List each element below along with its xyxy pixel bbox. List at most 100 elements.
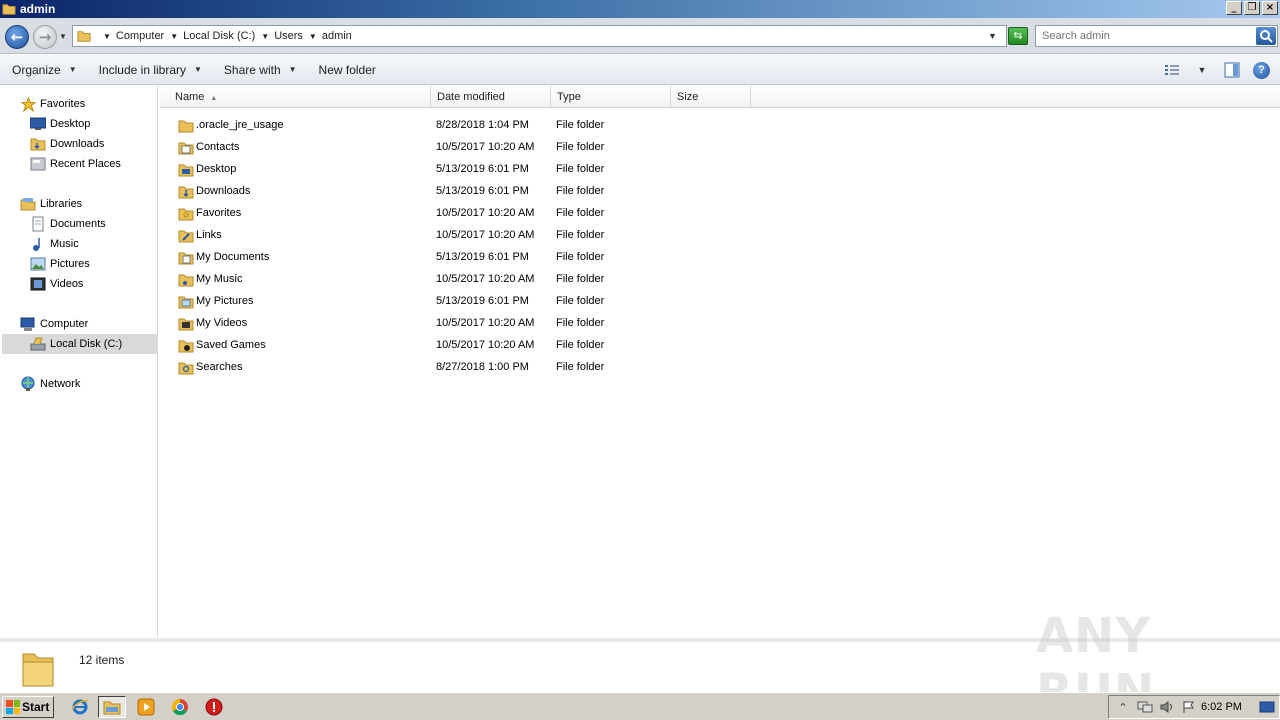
minimize-button[interactable]: _ bbox=[1226, 1, 1242, 15]
file-row[interactable]: Contacts 10/5/2017 10:20 AM File folder bbox=[160, 137, 1280, 159]
file-row[interactable]: My Music 10/5/2017 10:20 AM File folder bbox=[160, 269, 1280, 291]
breadcrumb-computer[interactable]: ▼ Computer bbox=[103, 30, 164, 42]
file-name: My Music bbox=[196, 273, 243, 285]
recent-places-icon bbox=[30, 156, 46, 172]
file-date-modified: 5/13/2019 6:01 PM bbox=[436, 295, 529, 307]
taskbar-chrome[interactable] bbox=[166, 696, 194, 718]
file-type: File folder bbox=[556, 339, 605, 351]
taskbar-internet-explorer[interactable] bbox=[66, 696, 94, 718]
internet-explorer-icon bbox=[71, 699, 89, 715]
videos-folder-icon bbox=[178, 318, 194, 331]
desktop-folder-icon bbox=[178, 164, 194, 177]
file-row[interactable]: Desktop 5/13/2019 6:01 PM File folder bbox=[160, 159, 1280, 181]
chevron-down-icon: ▼ bbox=[261, 31, 270, 41]
search-button[interactable] bbox=[1256, 27, 1276, 45]
file-type: File folder bbox=[556, 163, 605, 175]
column-header-date-modified[interactable]: Date modified bbox=[431, 86, 551, 108]
sidebar-item-downloads[interactable]: Downloads bbox=[30, 134, 104, 154]
file-name: Searches bbox=[196, 361, 243, 373]
documents-icon bbox=[30, 216, 46, 232]
file-name: Favorites bbox=[196, 207, 242, 219]
organize-button[interactable]: Organize ▼ bbox=[0, 55, 87, 85]
file-row[interactable]: Saved Games 10/5/2017 10:20 AM File folder bbox=[160, 335, 1280, 357]
pictures-folder-icon bbox=[178, 296, 194, 309]
file-row[interactable]: My Pictures 5/13/2019 6:01 PM File folder bbox=[160, 291, 1280, 313]
close-button[interactable]: × bbox=[1262, 1, 1278, 15]
sidebar-item-pictures[interactable]: Pictures bbox=[30, 254, 90, 274]
sidebar-item-recent-places[interactable]: Recent Places bbox=[30, 154, 121, 174]
file-date-modified: 8/27/2018 1:00 PM bbox=[436, 361, 529, 373]
start-button[interactable]: Start bbox=[2, 696, 54, 718]
desktop-icon bbox=[30, 116, 46, 132]
sidebar-item-desktop[interactable]: Desktop bbox=[30, 114, 90, 134]
search-input[interactable] bbox=[1036, 26, 1251, 46]
navigation-pane: Favorites Desktop Downloads Recent Place… bbox=[0, 86, 158, 638]
breadcrumb-users[interactable]: ▼ Users bbox=[261, 30, 303, 42]
chevron-down-icon: ▼ bbox=[68, 65, 77, 74]
nav-libraries[interactable]: Libraries bbox=[20, 194, 82, 214]
taskbar-explorer[interactable] bbox=[98, 696, 126, 718]
new-folder-button[interactable]: New folder bbox=[307, 55, 386, 85]
show-desktop-icon[interactable] bbox=[1259, 700, 1275, 714]
file-row[interactable]: Searches 8/27/2018 1:00 PM File folder bbox=[160, 357, 1280, 379]
volume-icon[interactable] bbox=[1159, 700, 1175, 714]
show-hidden-icons-icon[interactable]: ⌃ bbox=[1115, 700, 1131, 714]
file-row[interactable]: Links 10/5/2017 10:20 AM File folder bbox=[160, 225, 1280, 247]
documents-folder-icon bbox=[178, 252, 194, 265]
file-date-modified: 10/5/2017 10:20 AM bbox=[436, 273, 535, 285]
column-header-name[interactable]: Name ▲ bbox=[160, 86, 431, 108]
taskbar-media-player[interactable] bbox=[132, 696, 160, 718]
network-tray-icon[interactable] bbox=[1137, 700, 1153, 714]
chevron-down-icon: ▼ bbox=[288, 65, 297, 74]
help-icon[interactable]: ? bbox=[1253, 61, 1270, 79]
forward-button[interactable]: → bbox=[33, 25, 57, 49]
action-center-flag-icon[interactable] bbox=[1181, 700, 1197, 714]
view-options-button[interactable] bbox=[1163, 61, 1181, 79]
recent-pages-dropdown[interactable]: ▼ bbox=[59, 32, 67, 41]
file-row[interactable]: .oracle_jre_usage 8/28/2018 1:04 PM File f… bbox=[160, 115, 1280, 137]
saved-games-folder-icon bbox=[178, 340, 194, 353]
music-folder-icon bbox=[178, 274, 194, 287]
clock[interactable]: 6:02 PM bbox=[1201, 701, 1242, 713]
refresh-button[interactable]: ⇆ bbox=[1008, 27, 1028, 45]
file-name: Links bbox=[196, 229, 222, 241]
file-list: Name ▲ Date modified Type Size .oracle_jr… bbox=[160, 86, 1280, 638]
file-row[interactable]: My Documents 5/13/2019 6:01 PM File folder bbox=[160, 247, 1280, 269]
chrome-icon bbox=[171, 698, 188, 716]
folder-icon bbox=[103, 701, 121, 715]
file-type: File folder bbox=[556, 119, 605, 131]
links-folder-icon bbox=[178, 230, 194, 243]
breadcrumb-admin[interactable]: ▼ admin bbox=[309, 30, 352, 42]
nav-favorites[interactable]: Favorites bbox=[20, 94, 85, 114]
preview-pane-button[interactable] bbox=[1223, 61, 1241, 79]
file-type: File folder bbox=[556, 251, 605, 263]
file-type: File folder bbox=[556, 295, 605, 307]
breadcrumb-local-disk[interactable]: ▼ Local Disk (C:) bbox=[170, 30, 255, 42]
taskbar-stop-app[interactable] bbox=[200, 696, 228, 718]
restore-button[interactable]: ❐ bbox=[1244, 1, 1260, 15]
sidebar-item-documents[interactable]: Documents bbox=[30, 214, 106, 234]
breadcrumb[interactable]: ▼ Computer ▼ Local Disk (C:) ▼ Users ▼ admin bbox=[72, 25, 1007, 47]
libraries-icon bbox=[20, 196, 36, 212]
file-date-modified: 10/5/2017 10:20 AM bbox=[436, 317, 535, 329]
file-row[interactable]: My Videos 10/5/2017 10:20 AM File folder bbox=[160, 313, 1280, 335]
sidebar-item-local-disk[interactable]: Local Disk (C:) bbox=[2, 334, 157, 354]
share-with-button[interactable]: Share with ▼ bbox=[212, 55, 307, 85]
nav-network[interactable]: Network bbox=[20, 374, 80, 394]
sidebar-item-music[interactable]: Music bbox=[30, 234, 79, 254]
include-in-library-button[interactable]: Include in library ▼ bbox=[87, 55, 212, 85]
file-name: My Pictures bbox=[196, 295, 254, 307]
folder-icon bbox=[2, 4, 16, 15]
file-row[interactable]: Downloads 5/13/2019 6:01 PM File folder bbox=[160, 181, 1280, 203]
file-row[interactable]: Favorites 10/5/2017 10:20 AM File folder bbox=[160, 203, 1280, 225]
file-type: File folder bbox=[556, 141, 605, 153]
column-header-size[interactable]: Size bbox=[671, 86, 751, 108]
nav-computer[interactable]: Computer bbox=[20, 314, 88, 334]
back-button[interactable]: ← bbox=[5, 25, 29, 49]
address-dropdown[interactable]: ▼ bbox=[988, 31, 997, 41]
file-date-modified: 5/13/2019 6:01 PM bbox=[436, 251, 529, 263]
column-header-type[interactable]: Type bbox=[551, 86, 671, 108]
file-name: .oracle_jre_usage bbox=[196, 119, 284, 131]
view-dropdown[interactable]: ▼ bbox=[1193, 61, 1211, 79]
sidebar-item-videos[interactable]: Videos bbox=[30, 274, 83, 294]
